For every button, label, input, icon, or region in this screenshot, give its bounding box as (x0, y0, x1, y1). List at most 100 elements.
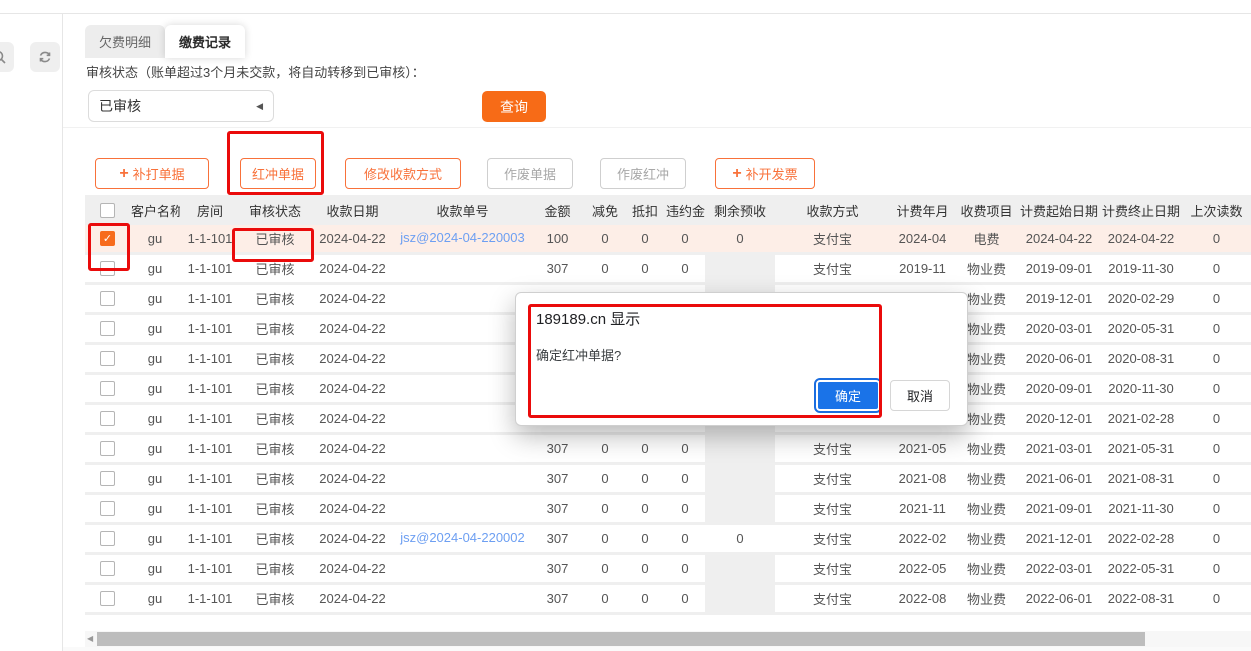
cell-status: 已审核 (240, 405, 310, 435)
table-row: gu1-1-101已审核2024-04-22307000支付宝2019-11物业… (85, 255, 1251, 285)
row-checkbox[interactable] (100, 411, 115, 426)
cell-date: 2024-04-22 (310, 315, 395, 345)
cell-month: 2022-08 (890, 585, 955, 615)
select-all-checkbox[interactable] (100, 203, 115, 218)
cell-start: 2020-06-01 (1018, 345, 1100, 375)
dialog-ok-button[interactable]: 确定 (816, 380, 880, 411)
cell-reading: 0 (1182, 435, 1251, 465)
cell-status: 已审核 (240, 225, 310, 255)
toolbar-button-4[interactable]: 作废红冲 (600, 158, 686, 189)
column-header-amount: 金额 (530, 195, 585, 225)
cell-item: 物业费 (955, 555, 1018, 585)
cell-amount: 307 (530, 495, 585, 525)
cell-start: 2022-03-01 (1018, 555, 1100, 585)
column-header-receipt: 收款单号 (395, 195, 530, 225)
cell-method: 支付宝 (775, 255, 890, 285)
cell-start: 2021-03-01 (1018, 435, 1100, 465)
cell-start: 2019-12-01 (1018, 285, 1100, 315)
row-checkbox-cell (85, 405, 130, 435)
cell-penalty: 0 (665, 255, 705, 285)
cell-deduct: 0 (625, 225, 665, 255)
toolbar-button-2[interactable]: 修改收款方式 (345, 158, 461, 189)
table-row: gu1-1-101已审核2024-04-22307000支付宝2021-11物业… (85, 495, 1251, 525)
cell-end: 2022-02-28 (1100, 525, 1182, 555)
column-header-customer: 客户名称 (130, 195, 180, 225)
cell-reduce: 0 (585, 435, 625, 465)
cell-penalty: 0 (665, 525, 705, 555)
cell-end: 2021-05-31 (1100, 435, 1182, 465)
cell-status: 已审核 (240, 315, 310, 345)
horizontal-scrollbar[interactable]: ◀ (85, 631, 1251, 647)
cell-month: 2021-05 (890, 435, 955, 465)
cell-customer: gu (130, 315, 180, 345)
cell-reduce: 0 (585, 585, 625, 615)
cell-start: 2024-04-22 (1018, 225, 1100, 255)
row-checkbox[interactable] (100, 261, 115, 276)
toolbar-button-label: 修改收款方式 (364, 164, 442, 183)
receipt-link[interactable]: jsz@2024-04-220003 (400, 230, 525, 245)
cell-reading: 0 (1182, 315, 1251, 345)
column-header-month: 计费年月 (890, 195, 955, 225)
row-checkbox-cell (85, 375, 130, 405)
refresh-icon[interactable] (30, 42, 60, 72)
search-icon[interactable] (0, 42, 14, 72)
toolbar-button-5[interactable]: +补开发票 (715, 158, 815, 189)
cell-amount: 100 (530, 225, 585, 255)
cell-start: 2021-09-01 (1018, 495, 1100, 525)
toolbar-button-3[interactable]: 作废单据 (487, 158, 573, 189)
cell-reduce: 0 (585, 225, 625, 255)
row-checkbox[interactable] (100, 501, 115, 516)
row-checkbox[interactable] (100, 351, 115, 366)
cell-item: 物业费 (955, 585, 1018, 615)
cell-receipt (395, 345, 530, 375)
cell-start: 2022-06-01 (1018, 585, 1100, 615)
row-checkbox-cell (85, 255, 130, 285)
column-header-reduce: 减免 (585, 195, 625, 225)
cell-surplus: 0 (705, 225, 775, 255)
cell-room: 1-1-101 (180, 315, 240, 345)
cell-room: 1-1-101 (180, 525, 240, 555)
cell-penalty: 0 (665, 585, 705, 615)
toolbar-button-0[interactable]: +补打单据 (95, 158, 209, 189)
table-row: ✓gu1-1-101已审核2024-04-22jsz@2024-04-22000… (85, 225, 1251, 255)
cell-start: 2020-09-01 (1018, 375, 1100, 405)
cell-deduct: 0 (625, 255, 665, 285)
row-checkbox-cell (85, 465, 130, 495)
cell-customer: gu (130, 525, 180, 555)
cell-method: 支付宝 (775, 525, 890, 555)
dialog-cancel-button[interactable]: 取消 (890, 380, 950, 411)
cell-deduct: 0 (625, 525, 665, 555)
row-checkbox[interactable] (100, 321, 115, 336)
cell-customer: gu (130, 555, 180, 585)
cell-room: 1-1-101 (180, 495, 240, 525)
cell-reduce: 0 (585, 465, 625, 495)
cell-receipt (395, 255, 530, 285)
cell-room: 1-1-101 (180, 345, 240, 375)
row-checkbox[interactable] (100, 561, 115, 576)
cell-receipt (395, 315, 530, 345)
dialog-message: 确定红冲单据? (536, 345, 621, 364)
row-checkbox[interactable] (100, 591, 115, 606)
tab-arrears-detail[interactable]: 欠费明细 (85, 25, 165, 58)
toolbar-button-1[interactable]: 红冲单据 (240, 158, 316, 189)
scrollbar-thumb[interactable] (97, 632, 1145, 646)
cell-month: 2021-08 (890, 465, 955, 495)
row-checkbox[interactable] (100, 441, 115, 456)
column-header-date: 收款日期 (310, 195, 395, 225)
tab-payment-records[interactable]: 缴费记录 (165, 25, 245, 58)
receipt-link[interactable]: jsz@2024-04-220002 (400, 530, 525, 545)
audit-status-select[interactable]: 已审核 ◀ (88, 90, 274, 122)
row-checkbox[interactable] (100, 291, 115, 306)
cell-status: 已审核 (240, 555, 310, 585)
query-button[interactable]: 查询 (482, 91, 546, 122)
cell-deduct: 0 (625, 495, 665, 525)
cell-reading: 0 (1182, 405, 1251, 435)
row-checkbox[interactable] (100, 471, 115, 486)
row-checkbox[interactable] (100, 381, 115, 396)
table-row: gu1-1-101已审核2024-04-22307000支付宝2021-05物业… (85, 435, 1251, 465)
row-checkbox[interactable] (100, 531, 115, 546)
scrollbar-left-arrow-icon[interactable]: ◀ (87, 634, 93, 643)
row-checkbox[interactable]: ✓ (100, 231, 115, 246)
cell-penalty: 0 (665, 465, 705, 495)
cell-date: 2024-04-22 (310, 345, 395, 375)
